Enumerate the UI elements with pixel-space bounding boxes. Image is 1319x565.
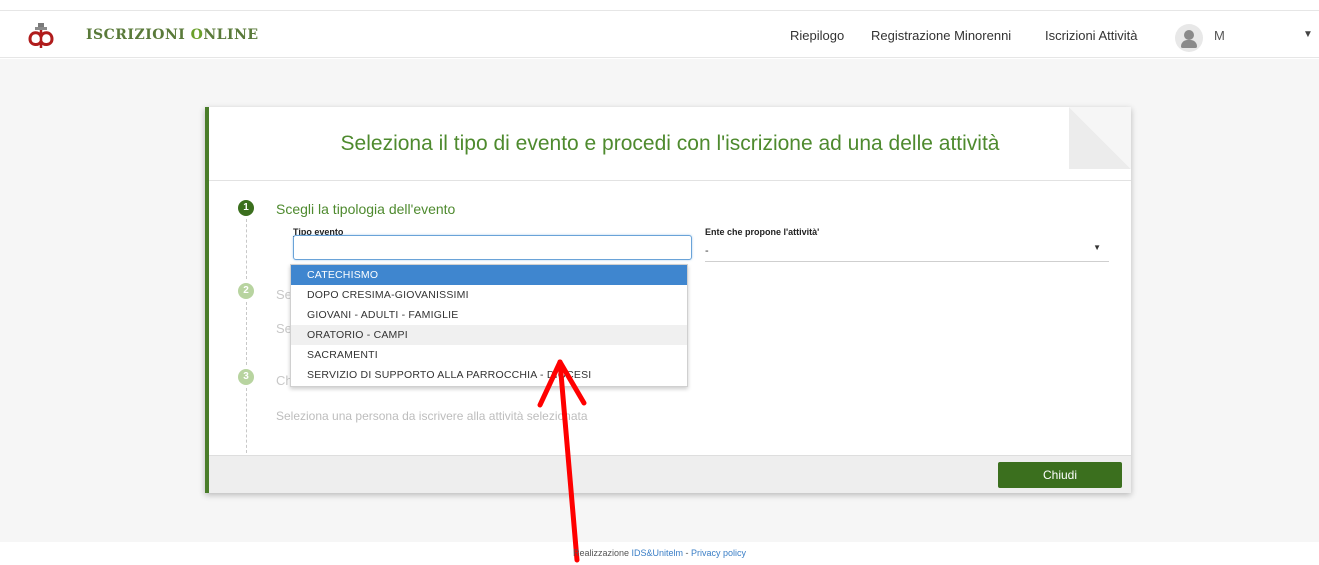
dropdown-option[interactable]: SERVIZIO DI SUPPORTO ALLA PARROCCHIA - D…: [291, 365, 687, 385]
step-connector: [246, 219, 247, 279]
modal-title: Seleziona il tipo di evento e procedi co…: [209, 107, 1131, 181]
app-brand[interactable]: ISCRIZIONI ONLINE: [86, 27, 259, 43]
dropdown-option[interactable]: GIOVANI - ADULTI - FAMIGLIE: [291, 305, 687, 325]
brand-text-2: NLINE: [203, 27, 259, 43]
modal-footer: Chiudi: [209, 455, 1131, 493]
footer-prefix: Realizzazione: [572, 548, 632, 558]
ente-select[interactable]: - ▼: [705, 235, 1109, 262]
footer-separator: -: [683, 548, 692, 558]
nav-riepilogo[interactable]: Riepilogo: [790, 28, 844, 43]
dropdown-option[interactable]: CATECHISMO: [291, 265, 687, 285]
user-menu-caret-icon[interactable]: ▼: [1303, 29, 1313, 40]
footer-link-privacy[interactable]: Privacy policy: [691, 548, 746, 558]
chevron-down-icon: ▼: [1093, 243, 1101, 252]
step-3-subtitle: Seleziona una persona da iscrivere alla …: [276, 409, 588, 423]
brand-text-1: ISCRIZIONI: [86, 27, 191, 43]
brand-text-o: O: [190, 27, 204, 43]
diocese-logo-icon[interactable]: [24, 21, 58, 49]
step-2-badge: 2: [238, 283, 254, 299]
dropdown-option[interactable]: DOPO CRESIMA-GIOVANISSIMI: [291, 285, 687, 305]
user-avatar-icon[interactable]: [1175, 24, 1203, 52]
dropdown-option[interactable]: SACRAMENTI: [291, 345, 687, 365]
dropdown-option[interactable]: ORATORIO - CAMPI: [291, 325, 687, 345]
step-connector: [246, 388, 247, 453]
step-3-badge: 3: [238, 369, 254, 385]
top-navbar: ISCRIZIONI ONLINE Riepilogo Registrazion…: [0, 10, 1319, 58]
nav-registrazione-minorenni[interactable]: Registrazione Minorenni: [871, 28, 1011, 43]
step-1-badge: 1: [238, 200, 254, 216]
close-button[interactable]: Chiudi: [998, 462, 1122, 488]
ente-selected-value: -: [705, 245, 709, 257]
step-1-title: Scegli la tipologia dell'evento: [276, 201, 456, 217]
user-name[interactable]: M: [1214, 28, 1225, 43]
footer-link-idsunitelm[interactable]: IDS&Unitelm: [632, 548, 684, 558]
step-connector: [246, 302, 247, 365]
tipo-evento-input[interactable]: [293, 235, 692, 260]
page-footer: Realizzazione IDS&Unitelm - Privacy poli…: [0, 548, 1319, 558]
page-fold-decoration: [1069, 107, 1131, 169]
nav-iscrizioni-attivita[interactable]: Iscrizioni Attività: [1045, 28, 1137, 43]
tipo-evento-dropdown: CATECHISMO DOPO CRESIMA-GIOVANISSIMI GIO…: [290, 264, 688, 387]
